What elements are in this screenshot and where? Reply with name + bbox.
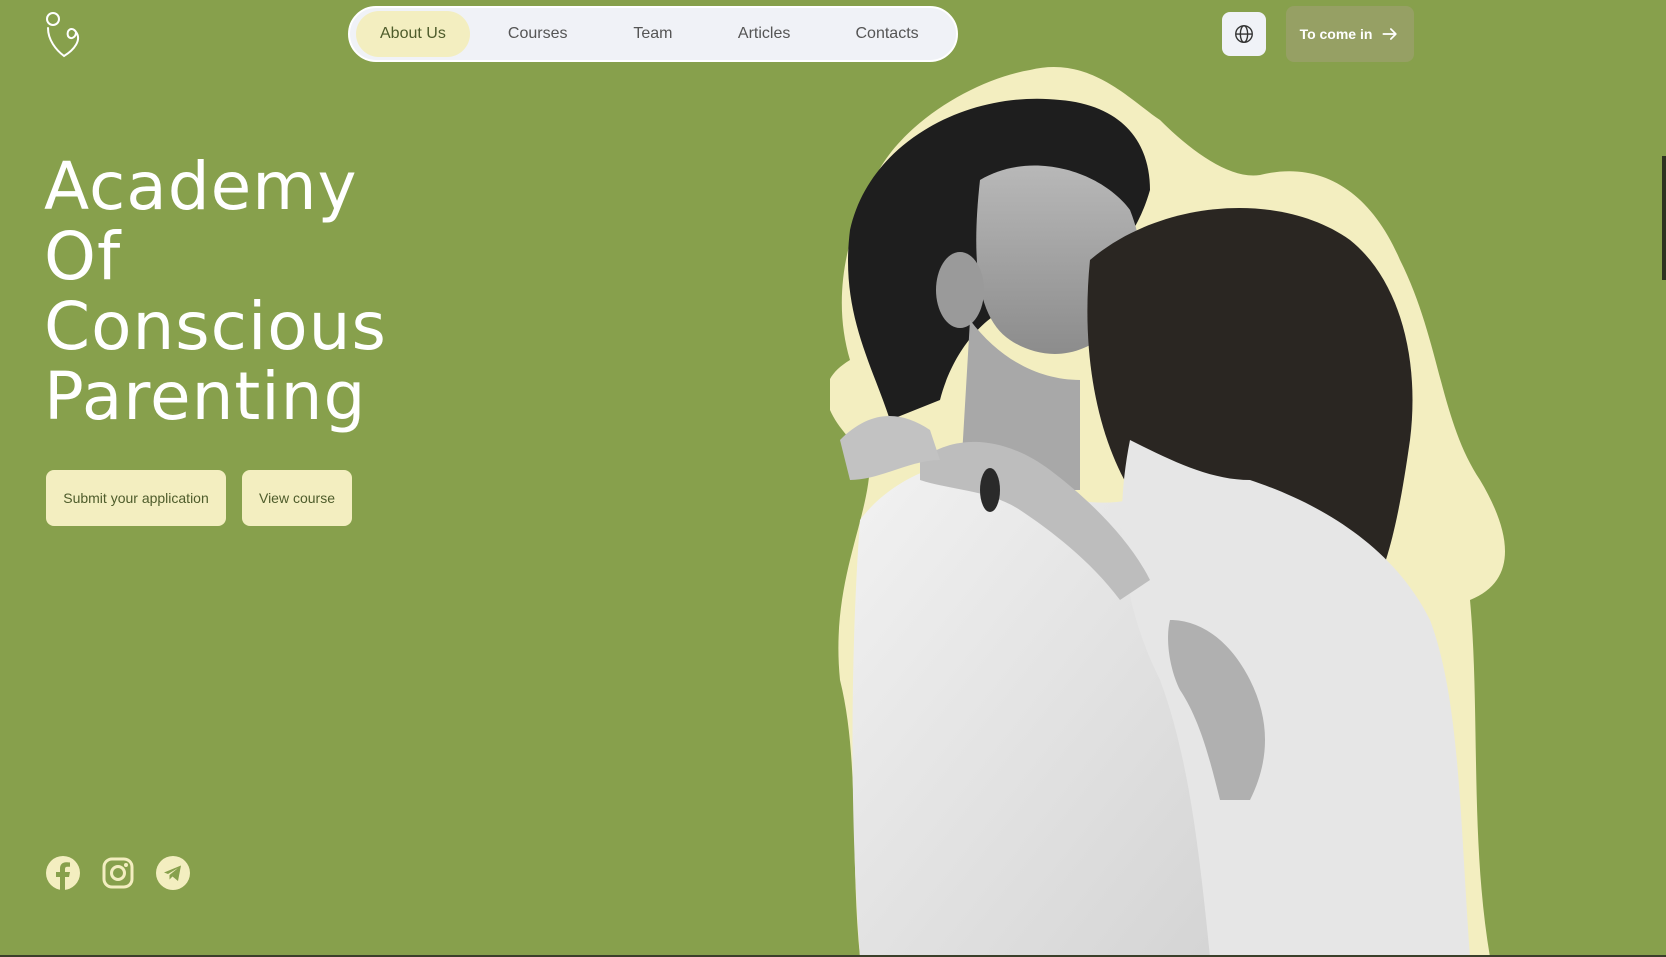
- scrollbar-thumb[interactable]: [1662, 156, 1666, 280]
- mother-child-logo-icon: [46, 12, 80, 58]
- instagram-icon[interactable]: [101, 856, 135, 890]
- hero-title-line: Conscious: [44, 288, 387, 365]
- view-course-button[interactable]: View course: [242, 470, 352, 526]
- hero-title-line: Academy: [44, 148, 358, 225]
- hero-photo: [830, 67, 1505, 957]
- nav-articles[interactable]: Articles: [704, 11, 824, 57]
- telegram-icon[interactable]: [156, 856, 190, 890]
- nav-team[interactable]: Team: [602, 11, 705, 57]
- globe-icon: [1235, 25, 1253, 43]
- nav-contacts[interactable]: Contacts: [824, 11, 950, 57]
- nav-about-us[interactable]: About Us: [356, 11, 470, 57]
- login-label: To come in: [1299, 26, 1373, 42]
- logo[interactable]: [44, 10, 82, 58]
- submit-application-button[interactable]: Submit your application: [46, 470, 226, 526]
- hero-title-line: Of: [44, 218, 122, 295]
- arrow-right-icon: [1382, 28, 1398, 40]
- login-button[interactable]: To come in: [1286, 6, 1414, 62]
- main-nav: About Us Courses Team Articles Contacts: [348, 6, 958, 62]
- language-button[interactable]: [1222, 12, 1266, 56]
- hero-title: Academy Of Conscious Parenting: [44, 152, 464, 432]
- facebook-icon[interactable]: [46, 856, 80, 890]
- nav-courses[interactable]: Courses: [474, 11, 602, 57]
- social-links: [46, 856, 190, 890]
- hero-title-line: Parenting: [44, 358, 367, 435]
